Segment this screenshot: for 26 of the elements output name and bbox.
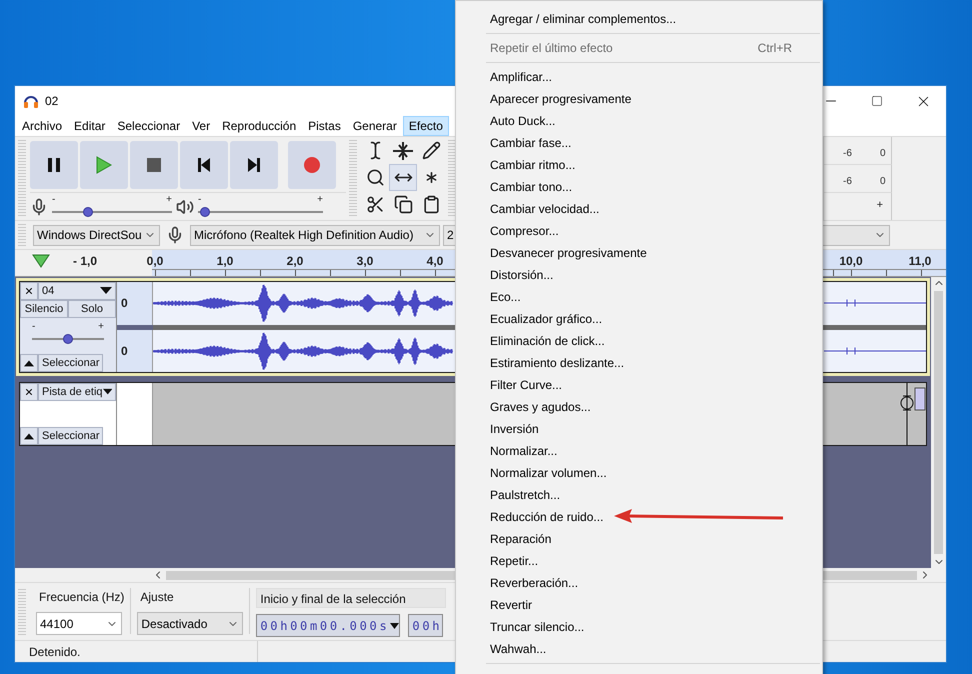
ruler-label: 0,0 <box>146 254 164 268</box>
ruler-label: 2,0 <box>286 254 304 268</box>
ruler-label: 4,0 <box>426 254 444 268</box>
ruler-label: 11,0 <box>908 254 932 268</box>
snap-label: Ajuste <box>139 589 175 606</box>
slider-max-label: + <box>98 322 104 332</box>
status-text: Detenido. <box>15 641 258 662</box>
selection-range-label: Inicio y final de la selección <box>256 588 446 608</box>
meter-scale-label: -6 <box>843 148 852 159</box>
ruler-label: - 1,0 <box>73 254 97 268</box>
meter-scale-label: 0 <box>880 176 886 187</box>
slider-min-label: - <box>198 194 202 204</box>
ruler-label: 3,0 <box>356 254 374 268</box>
rate-label: Frecuencia (Hz) <box>38 589 124 606</box>
ruler-label: 10,0 <box>839 254 863 268</box>
meter-scale-label: -6 <box>843 176 852 187</box>
ruler-label: 1,0 <box>216 254 234 268</box>
slider-min-label: - <box>52 194 56 204</box>
slider-max-label: + <box>876 199 883 211</box>
window-title: 02 <box>45 94 58 108</box>
amplitude-scale-label: 0 <box>117 282 153 324</box>
slider-min-label: - <box>32 322 36 332</box>
amplitude-scale-label: 0 <box>117 330 153 372</box>
meter-scale-label: 0 <box>880 148 886 159</box>
slider-max-label: + <box>317 194 323 204</box>
slider-max-label: + <box>166 194 172 204</box>
